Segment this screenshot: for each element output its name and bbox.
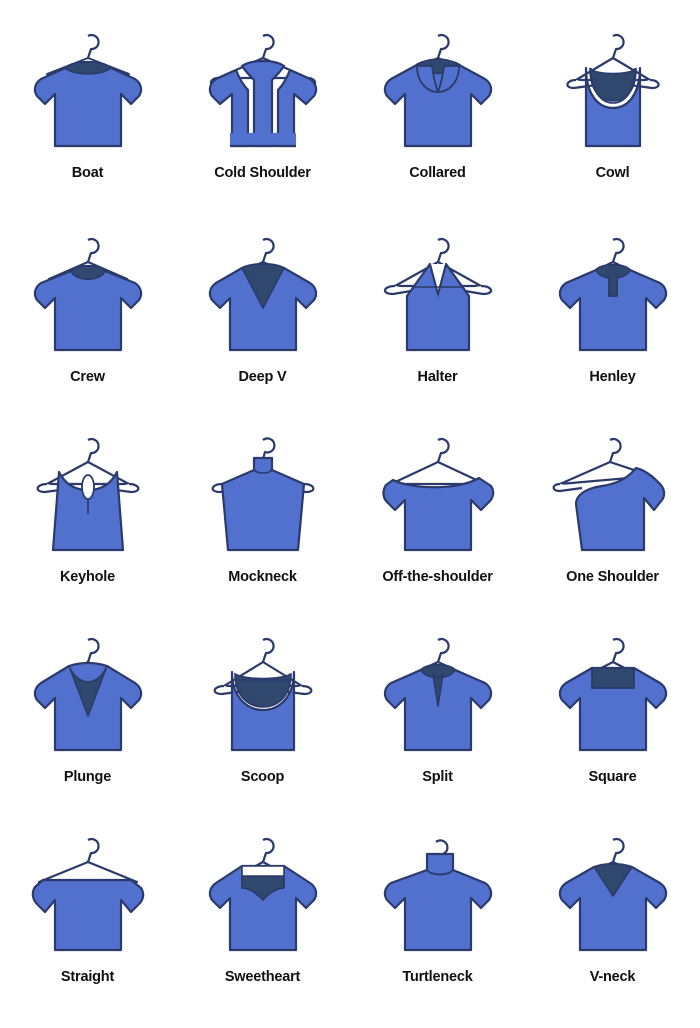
neckline-cell-straight: Straight (0, 810, 175, 1028)
neckline-label: One Shoulder (566, 569, 659, 585)
straight-neckline-icon (31, 837, 144, 952)
neckline-chart-grid: Boat Cold Shoulder Collared Cowl Crew De… (0, 0, 700, 1028)
neckline-cell-henley: Henley (525, 210, 700, 410)
neckline-cell-cowl: Cowl (525, 0, 700, 210)
split-neckline-icon (383, 637, 492, 752)
neckline-label: Deep V (238, 369, 287, 385)
cowl-neckline-icon (565, 33, 660, 148)
plunge-neckline-icon (33, 637, 142, 752)
boat-neckline-icon (33, 33, 142, 148)
neckline-cell-deep-v: Deep V (175, 210, 350, 410)
neckline-cell-halter: Halter (350, 210, 525, 410)
off-the-shoulder-neckline-icon (381, 437, 494, 552)
neckline-label: Halter (417, 369, 458, 385)
keyhole-opening (80, 474, 95, 500)
neckline-label: Straight (60, 969, 115, 985)
neckline-label: Cowl (595, 165, 630, 181)
neckline-label: Keyhole (59, 569, 115, 585)
neckline-cell-split: Split (350, 610, 525, 810)
neckline-label: Collared (409, 165, 466, 181)
neckline-label: Crew (70, 369, 105, 385)
sweetheart-neckline-icon (208, 837, 317, 952)
neckline-label: Mockneck (228, 569, 297, 585)
turtleneck-neckline-icon (383, 839, 492, 952)
neckline-cell-scoop: Scoop (175, 610, 350, 810)
deep-v-neckline-icon (208, 237, 317, 352)
neckline-cell-plunge: Plunge (0, 610, 175, 810)
scoop-neckline-icon (213, 637, 312, 752)
v-neck-neckline-icon (558, 837, 667, 952)
neckline-cell-square: Square (525, 610, 700, 810)
neckline-cell-off-the-shoulder: Off-the-shoulder (350, 410, 525, 610)
neckline-cell-v-neck: V-neck (525, 810, 700, 1028)
neckline-label: Split (422, 769, 453, 785)
neckline-cell-turtleneck: Turtleneck (350, 810, 525, 1028)
neckline-cell-sweetheart: Sweetheart (175, 810, 350, 1028)
neckline-label: Off-the-shoulder (382, 569, 493, 585)
neckline-cell-one-shoulder: One Shoulder (525, 410, 700, 610)
neckline-label: V-neck (589, 969, 636, 985)
neckline-label: Sweetheart (224, 969, 301, 985)
neckline-cell-mockneck: Mockneck (175, 410, 350, 610)
neckline-cell-cold-shoulder: Cold Shoulder (175, 0, 350, 210)
collared-neckline-icon (383, 33, 492, 148)
neckline-label: Plunge (63, 769, 112, 785)
henley-neckline-icon (558, 237, 667, 352)
halter-neckline-icon (383, 237, 492, 352)
square-neckline-icon (558, 637, 667, 752)
crew-neckline-icon (33, 237, 142, 352)
neckline-cell-collared: Collared (350, 0, 525, 210)
neckline-label: Boat (71, 165, 104, 181)
neckline-label: Turtleneck (402, 969, 473, 985)
neckline-label: Scoop (240, 769, 285, 785)
neckline-shadow (63, 61, 112, 75)
neckline-label: Square (588, 769, 637, 785)
neckline-cell-crew: Crew (0, 210, 175, 410)
keyhole-neckline-icon (36, 437, 139, 552)
neckline-label: Cold Shoulder (214, 165, 311, 181)
square-opening (590, 667, 635, 689)
neckline-cell-boat: Boat (0, 0, 175, 210)
neckline-label: Henley (589, 369, 636, 385)
one-shoulder-neckline-icon (552, 437, 665, 552)
mockneck-neckline-icon (211, 437, 314, 552)
henley-placket (607, 276, 618, 297)
cold-shoulder-neckline-icon (208, 33, 317, 148)
neckline-cell-keyhole: Keyhole (0, 410, 175, 610)
